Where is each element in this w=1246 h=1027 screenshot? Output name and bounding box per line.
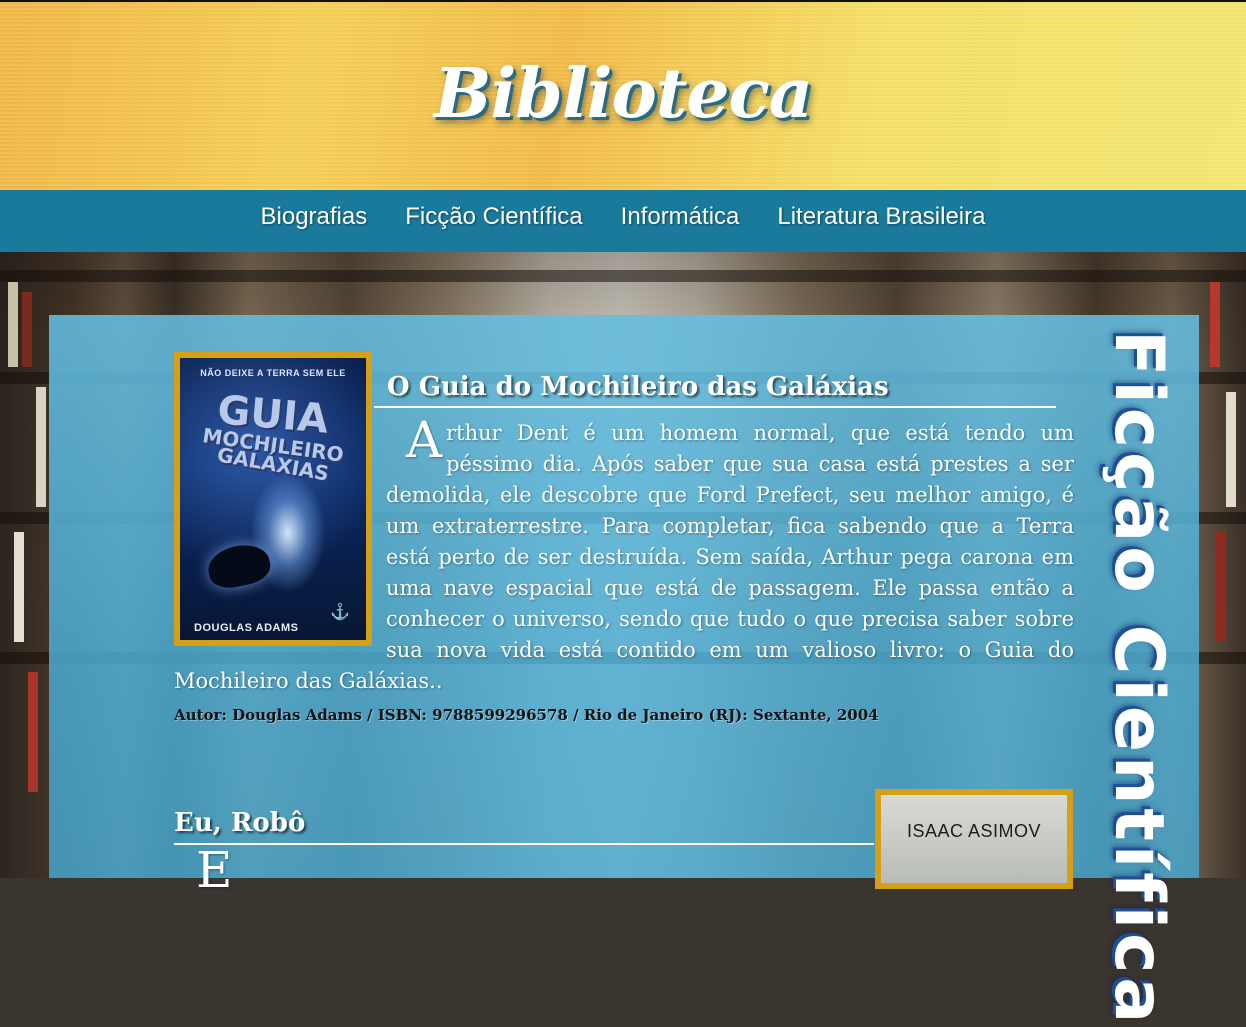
title-divider — [174, 843, 874, 845]
nav-item-ficcao-cientifica[interactable]: Ficção Científica — [405, 203, 582, 231]
site-title: Biblioteca — [433, 54, 813, 134]
nav-item-literatura-brasileira[interactable]: Literatura Brasileira — [777, 203, 985, 231]
book-title: Eu, Robô — [174, 808, 306, 838]
nav-item-biografias[interactable]: Biografias — [261, 203, 368, 231]
section-title: Ficção Científica — [1099, 330, 1186, 1027]
book-meta: Autor: Douglas Adams / ISBN: 97885992965… — [174, 706, 879, 724]
book-title: O Guia do Mochileiro das Galáxias — [387, 372, 889, 402]
main-nav: Biografias Ficção Científica Informática… — [0, 190, 1246, 252]
nav-item-informatica[interactable]: Informática — [621, 203, 740, 231]
drop-cap: A — [406, 411, 443, 469]
site-header: Biblioteca — [0, 2, 1246, 190]
drop-cap: E — [196, 841, 233, 899]
cover-author: ISAAC ASIMOV — [906, 821, 1042, 841]
cover-tagline: NÃO DEIXE A TERRA SEM ELE — [200, 368, 346, 378]
section-title-text: Ficção Científica — [1099, 330, 1178, 1027]
book-cover-eu-robo: ISAAC ASIMOV — [875, 789, 1073, 889]
book-description: Arthur Dent é um homem normal, que está … — [174, 411, 1074, 697]
title-divider — [374, 406, 1056, 408]
